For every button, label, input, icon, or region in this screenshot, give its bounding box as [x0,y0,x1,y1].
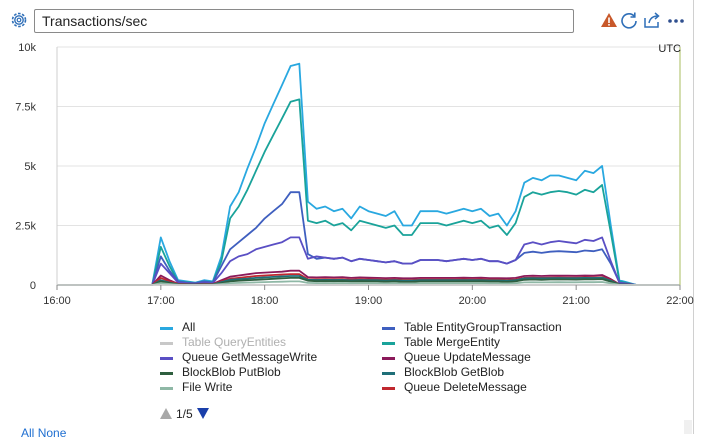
legend-swatch [160,342,173,345]
metrics-panel: Transactions/sec 0 2.5k 5k 7.5k 10k 16:00 17:0 [0,0,694,440]
y-tick-label: 7.5k [15,102,36,114]
legend-swatch [382,357,395,360]
page-indicator: 1/5 [176,407,193,421]
legend-label: Queue GetMessageWrite [182,350,318,364]
legend-swatch [160,357,173,360]
timezone-label: UTC [658,43,681,55]
legend-swatch [160,387,173,390]
x-tick-label: 19:00 [355,295,383,307]
legend-swatch [382,327,395,330]
y-tick-label: 5k [24,161,36,173]
next-page-icon[interactable] [197,408,209,419]
legend-label: Queue DeleteMessage [404,380,527,394]
x-tick-label: 17:00 [147,295,175,307]
series-line [57,62,680,286]
y-tick-label: 0 [30,280,36,292]
x-tick-label: 18:00 [251,295,279,307]
legend-swatch [382,387,395,390]
y-tick-label: 10k [18,42,36,54]
legend-label: Queue UpdateMessage [404,350,531,364]
legend-label: Table EntityGroupTransaction [404,320,562,334]
line-chart: 0 2.5k 5k 7.5k 10k 16:00 17:00 18:00 19:00 20:00 2… [15,42,694,307]
series-line [57,191,680,286]
x-tick-label: 22:00 [666,295,694,307]
legend-swatch [382,342,395,345]
legend-label: Table QueryEntities [182,335,287,349]
legend-swatch [160,327,173,330]
legend-label: Table MergeEntity [404,335,501,349]
x-tick-label: 20:00 [459,295,487,307]
x-tick-label: 21:00 [562,295,590,307]
scrollbar[interactable] [684,420,692,434]
legend-label: BlockBlob GetBlob [404,365,505,379]
y-tick-label: 2.5k [15,221,36,233]
select-none-link[interactable]: None [38,426,67,440]
select-all-link[interactable]: All [21,426,34,440]
legend-swatch [382,372,395,375]
legend-label: File Write [182,380,233,394]
x-tick-label: 16:00 [43,295,71,307]
legend-label: BlockBlob PutBlob [182,365,281,379]
previous-page-icon[interactable] [160,408,172,419]
series-line [57,98,680,286]
legend-swatch [160,372,173,375]
legend-label: All [182,320,196,334]
select-all-none: All None [21,426,66,440]
